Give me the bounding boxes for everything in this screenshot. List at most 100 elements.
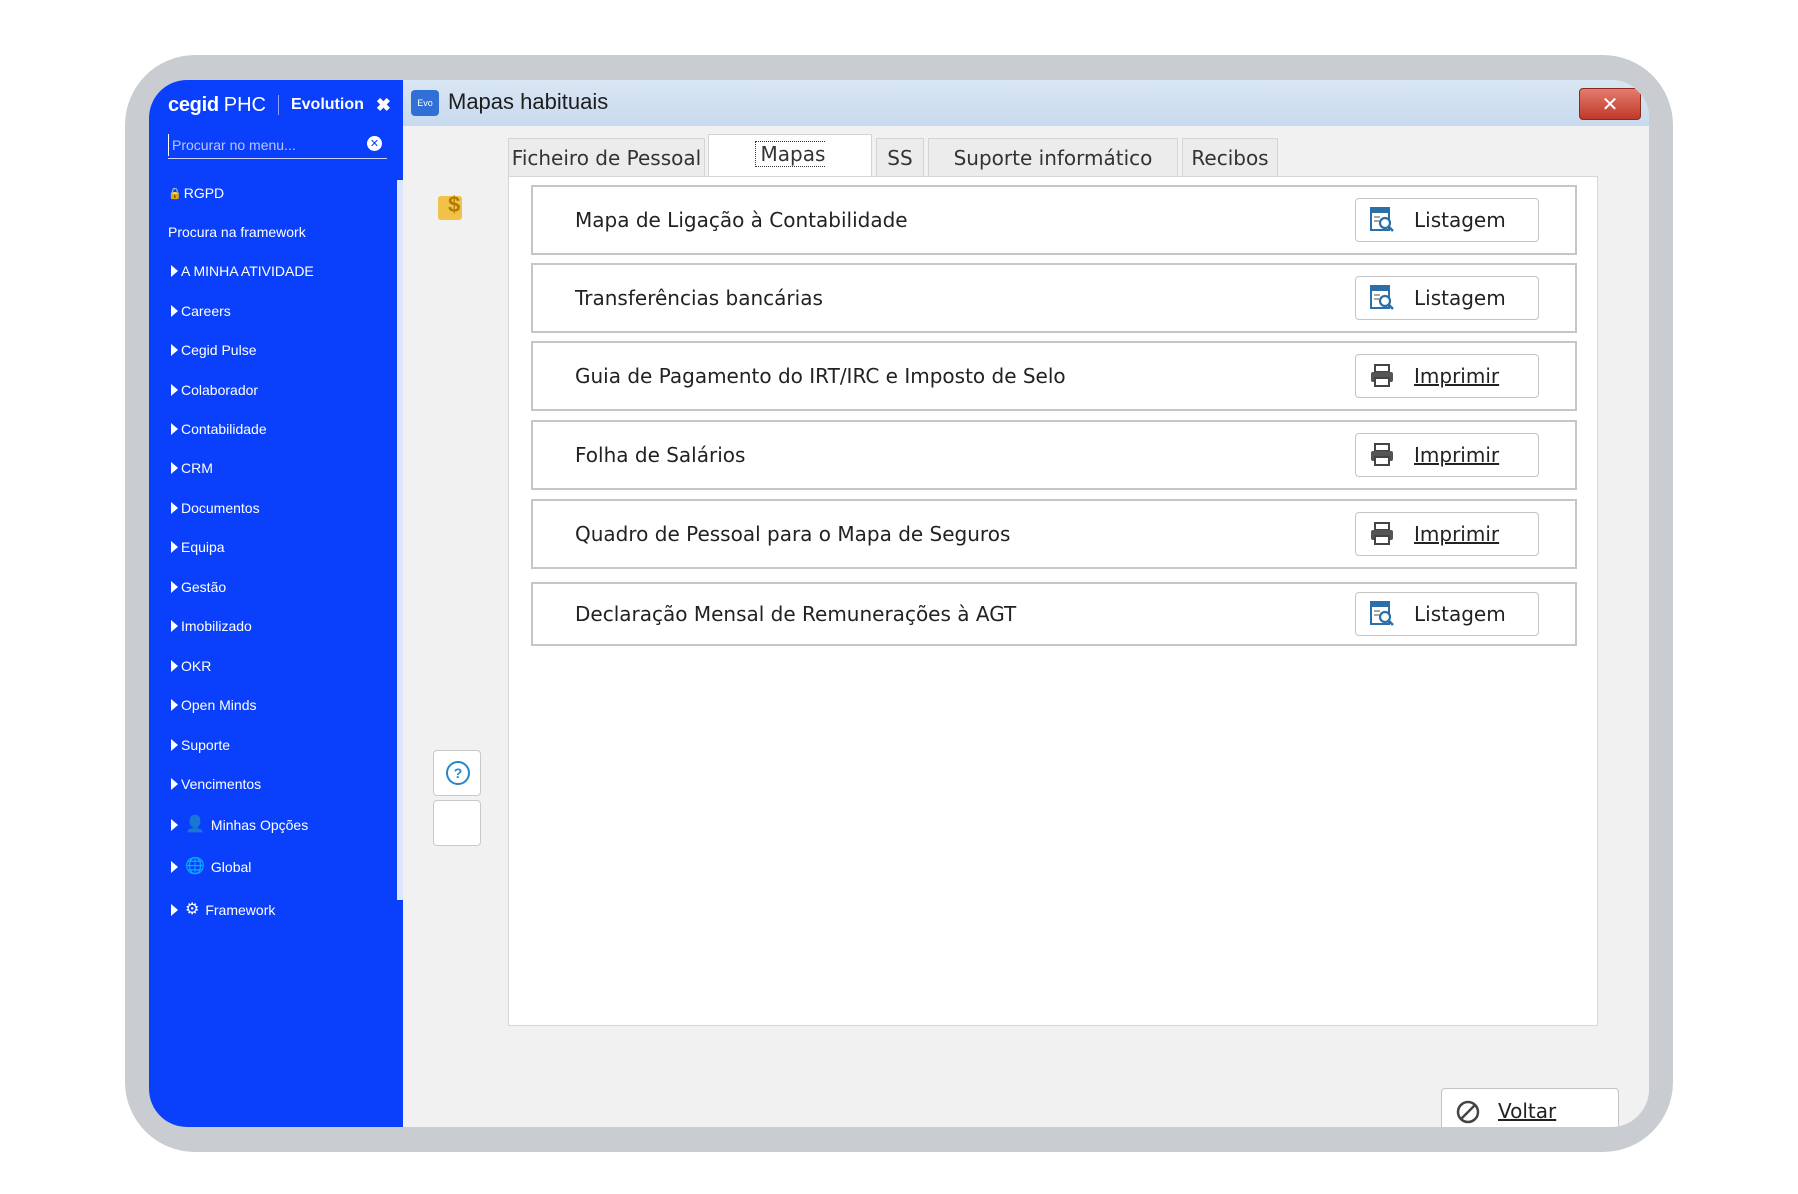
imprimir-button-label: Imprimir	[1414, 443, 1500, 467]
cogs-icon: ⚙	[185, 901, 200, 918]
sidebar-item-label: Documentos	[181, 500, 260, 516]
help-button[interactable]: ?	[433, 750, 481, 796]
tab-label: Ficheiro de Pessoal	[511, 146, 702, 170]
caret-right-icon	[171, 344, 178, 356]
sidebar-item-label: A MINHA ATIVIDADE	[181, 263, 314, 279]
app-icon: Evo	[411, 90, 439, 116]
map-row-label: Guia de Pagamento do IRT/IRC e Imposto d…	[575, 364, 1066, 388]
caret-right-icon	[171, 620, 178, 632]
sidebar-item-procura-na-framework[interactable]: Procura na framework	[168, 224, 306, 240]
sidebar: cegid PHC Evolution ✖ ✕ 🔒RGPD Procura na …	[149, 80, 403, 1127]
printer-icon	[1371, 364, 1393, 387]
tab-panel-mapas-mensais: Mapa de Ligação à Contabilidade Listagem T…	[508, 176, 1598, 1026]
side-toolbar: $ ?	[403, 126, 503, 1127]
imprimir-button-label: Imprimir	[1414, 364, 1500, 388]
menu-search-input[interactable]	[168, 134, 359, 156]
map-row-label: Mapa de Ligação à Contabilidade	[575, 208, 908, 232]
sidebar-item-documentos[interactable]: Documentos	[168, 500, 260, 516]
caret-right-icon	[171, 699, 178, 711]
sidebar-item-label: CRM	[181, 460, 213, 476]
sidebar-item-gest-o[interactable]: Gestão	[168, 579, 226, 595]
sidebar-item-vencimentos[interactable]: Vencimentos	[168, 776, 261, 792]
report-preview-icon	[1370, 285, 1394, 310]
caret-right-icon	[171, 581, 178, 593]
sidebar-item-label: Framework	[205, 902, 276, 918]
sidebar-item-framework[interactable]: ⚙ Framework	[168, 902, 275, 918]
menu-search: ✕	[168, 132, 387, 159]
sidebar-item-label: RGPD	[183, 185, 225, 201]
listagem-button-label: Listagem	[1414, 602, 1506, 626]
imprimir-button[interactable]: Imprimir	[1355, 433, 1539, 477]
sidebar-item-label: Equipa	[181, 539, 225, 555]
brand-phc: PHC	[223, 93, 266, 116]
sidebar-item-a-minha-atividade[interactable]: A MINHA ATIVIDADE	[168, 263, 314, 279]
sidebar-item-cegid-pulse[interactable]: Cegid Pulse	[168, 342, 257, 358]
listagem-button[interactable]: Listagem	[1355, 276, 1539, 320]
sidebar-item-imobilizado[interactable]: Imobilizado	[168, 618, 252, 634]
sidebar-item-label: Cegid Pulse	[181, 342, 257, 358]
map-row: Quadro de Pessoal para o Mapa de Seguros…	[531, 499, 1577, 569]
sidebar-item-careers[interactable]: Careers	[168, 303, 231, 319]
sidebar-item-crm[interactable]: CRM	[168, 460, 213, 476]
screen: cegid PHC Evolution ✖ ✕ 🔒RGPD Procura na …	[149, 80, 1649, 1127]
tab-label: SS	[887, 146, 913, 170]
map-row-label: Transferências bancárias	[575, 286, 823, 310]
report-preview-icon	[1370, 207, 1394, 232]
map-row: Declaração Mensal de Remunerações à AGT L…	[531, 582, 1577, 646]
window-titlebar: Evo Mapas habituais ✕	[403, 80, 1649, 126]
caret-right-icon	[171, 861, 178, 873]
printer-icon	[1371, 522, 1393, 545]
listagem-button[interactable]: Listagem	[1355, 592, 1539, 636]
sidebar-item-rgpd[interactable]: 🔒 RGPD	[168, 185, 224, 201]
tab-mapas-mensais[interactable]: Mapas Mensais	[708, 134, 872, 205]
sidebar-item-suporte[interactable]: Suporte	[168, 737, 230, 753]
blank-tool-button[interactable]	[433, 800, 481, 846]
sidebar-item-global[interactable]: 🌐 Global	[168, 859, 251, 875]
close-window-button[interactable]: ✕	[1579, 88, 1641, 120]
money-icon: $	[438, 192, 462, 220]
tab-label: Recibos	[1191, 146, 1269, 170]
sidebar-item-label: Contabilidade	[181, 421, 267, 437]
tab-ficheiro-de-pessoal[interactable]: Ficheiro de Pessoal	[508, 138, 705, 176]
listagem-button-label: Listagem	[1414, 208, 1506, 232]
caret-right-icon	[171, 904, 178, 916]
tab-suporte-inform-tico-p-ss[interactable]: Suporte informático p/SS	[928, 138, 1178, 208]
lock-icon: 🔒	[168, 187, 182, 200]
sidebar-item-label: Gestão	[181, 579, 227, 595]
sidebar-item-label: Imobilizado	[181, 618, 252, 634]
caret-right-icon	[171, 502, 178, 514]
caret-right-icon	[171, 265, 178, 277]
printer-icon	[1371, 443, 1393, 466]
sidebar-item-minhas-op-es[interactable]: 👤 Minhas Opções	[168, 817, 308, 833]
user-icon: 👤	[185, 816, 205, 833]
cancel-icon	[1456, 1100, 1480, 1124]
caret-right-icon	[171, 739, 178, 751]
listagem-button[interactable]: Listagem	[1355, 198, 1539, 242]
map-row: Guia de Pagamento do IRT/IRC e Imposto d…	[531, 341, 1577, 411]
back-button[interactable]: Voltar	[1441, 1088, 1619, 1127]
imprimir-button-label: Imprimir	[1414, 522, 1500, 546]
tab-recibos[interactable]: Recibos	[1182, 138, 1278, 176]
sidebar-item-equipa[interactable]: Equipa	[168, 539, 225, 555]
map-row: Transferências bancárias Listagem	[531, 263, 1577, 333]
sidebar-item-contabilidade[interactable]: Contabilidade	[168, 421, 267, 437]
help-icon: ?	[446, 761, 470, 785]
tab-ss[interactable]: SS	[876, 138, 924, 176]
sidebar-item-label: Suporte	[181, 737, 231, 753]
close-menu-icon[interactable]: ✖	[376, 95, 391, 116]
map-row-label: Folha de Salários	[575, 443, 746, 467]
listagem-button-label: Listagem	[1414, 286, 1506, 310]
caret-right-icon	[171, 384, 178, 396]
map-row: Mapa de Ligação à Contabilidade Listagem	[531, 185, 1577, 255]
back-button-label: Voltar	[1498, 1099, 1557, 1123]
clear-search-icon[interactable]: ✕	[367, 136, 382, 151]
map-row-label: Quadro de Pessoal para o Mapa de Seguros	[575, 522, 1011, 546]
sidebar-item-label: OKR	[181, 658, 212, 674]
report-preview-icon	[1370, 601, 1394, 626]
caret-right-icon	[171, 423, 178, 435]
imprimir-button[interactable]: Imprimir	[1355, 512, 1539, 556]
sidebar-item-okr[interactable]: OKR	[168, 658, 211, 674]
sidebar-item-open-minds[interactable]: Open Minds	[168, 697, 256, 713]
imprimir-button[interactable]: Imprimir	[1355, 354, 1539, 398]
sidebar-item-colaborador[interactable]: Colaborador	[168, 382, 258, 398]
